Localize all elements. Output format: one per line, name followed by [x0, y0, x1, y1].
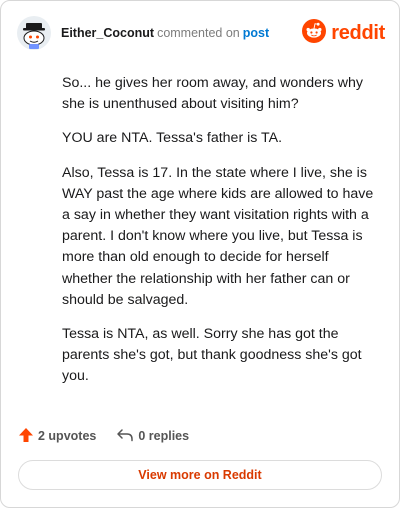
comment-body: So... he gives her room away, and wonder… [62, 73, 376, 401]
comment-embed-card: Either_Coconutcommented onpost reddit [0, 0, 400, 508]
reply-arrow-icon [116, 427, 138, 446]
action-text: commented on [157, 26, 240, 40]
view-more-button[interactable]: View more on Reddit [18, 460, 382, 490]
reddit-snoo-icon [302, 18, 327, 48]
reply-count: 0 replies [138, 429, 190, 443]
comment-paragraph: YOU are NTA. Tessa's father is TA. [62, 130, 283, 147]
reply-button[interactable]: 0 replies [116, 427, 189, 446]
post-link[interactable]: post [243, 26, 269, 40]
upvote-arrow-icon [18, 427, 38, 446]
reddit-wordmark: reddit [331, 22, 385, 44]
comment-paragraph: Tessa is NTA, as well. Sorry she has got… [62, 326, 362, 385]
comment-paragraph: So... he gives her room away, and wonder… [62, 75, 363, 113]
comment-actions: 2 upvotes 0 replies [18, 425, 209, 447]
upvote-count: 2 upvotes [38, 429, 97, 443]
avatar-icon[interactable] [17, 16, 51, 50]
comment-header: Either_Coconut commented on post reddit [17, 16, 385, 50]
reddit-logo[interactable]: reddit [302, 18, 385, 48]
username[interactable]: Either_Coconut [61, 26, 154, 40]
comment-meta: Either_Coconut commented on post [61, 26, 269, 41]
comment-paragraph: Also, Tessa is 17. In the state where I … [62, 164, 374, 308]
upvote-button[interactable]: 2 upvotes [18, 427, 96, 446]
